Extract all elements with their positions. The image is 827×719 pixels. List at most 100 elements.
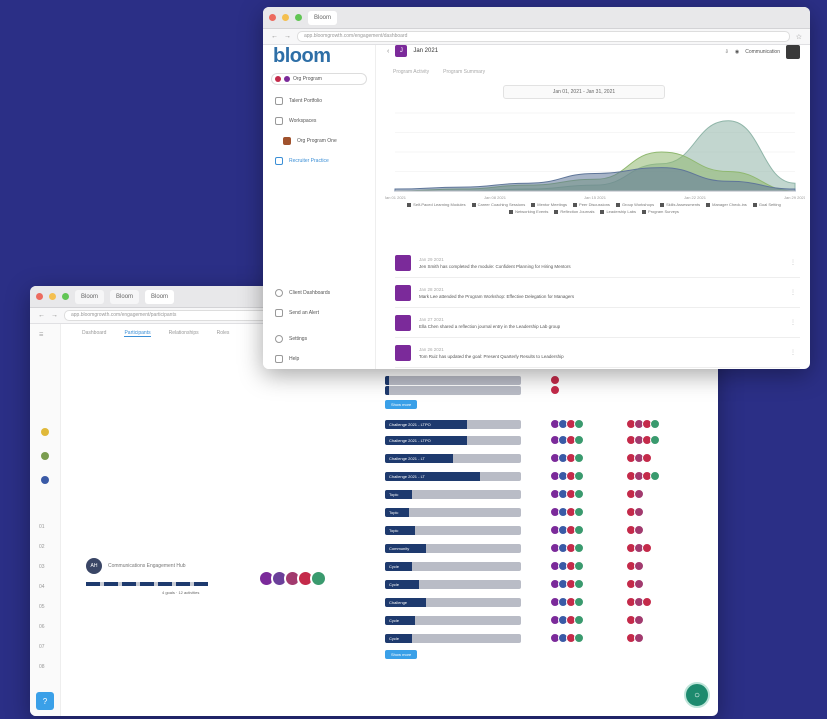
- legend-entry[interactable]: Leadership Labs: [600, 209, 636, 214]
- goal-row[interactable]: Topic: [385, 490, 521, 499]
- browser-tab[interactable]: Bloom: [110, 289, 140, 304]
- back-arrow-icon[interactable]: ←: [38, 312, 45, 319]
- date-range-picker[interactable]: Jan 01, 2021 - Jan 31, 2021: [503, 85, 665, 99]
- legend-entry[interactable]: Networking Events: [509, 209, 548, 214]
- tab-program-summary[interactable]: Program Summary: [443, 69, 485, 75]
- tab-dashboard[interactable]: Dashboard: [82, 330, 106, 337]
- feed-item[interactable]: Jan 26 2021 Tom Ruiz has updated the goal…: [395, 339, 800, 368]
- minimize-dot[interactable]: [282, 14, 289, 21]
- chat-icon[interactable]: ○: [684, 682, 710, 708]
- close-dot[interactable]: [269, 14, 276, 21]
- tab-program-activity[interactable]: Program Activity: [393, 69, 429, 75]
- participant-avatars[interactable]: [258, 570, 327, 587]
- star-icon[interactable]: ☆: [796, 33, 802, 41]
- reviewer-dots[interactable]: [626, 543, 652, 553]
- reviewer-dots[interactable]: [626, 615, 644, 625]
- more-icon[interactable]: ⋮: [790, 319, 796, 326]
- forward-arrow-icon[interactable]: →: [284, 33, 291, 40]
- reviewer-dots[interactable]: [626, 489, 644, 499]
- feed-item[interactable]: Jan 29 2021 Jen Smith has completed the m…: [395, 249, 800, 278]
- member-dots[interactable]: [550, 385, 560, 395]
- tab-roles[interactable]: Roles: [217, 330, 230, 337]
- help-square-icon[interactable]: ?: [36, 692, 54, 710]
- show-more-button[interactable]: Show more: [385, 400, 418, 409]
- sidebar-item-help[interactable]: Help: [275, 355, 299, 363]
- reviewer-dots[interactable]: [626, 419, 660, 429]
- browser-tab[interactable]: Bloom: [75, 289, 105, 304]
- bloom-logo[interactable]: bloom: [273, 45, 331, 68]
- more-icon[interactable]: ⋮: [790, 259, 796, 266]
- reviewer-dots[interactable]: [626, 507, 644, 517]
- goal-row[interactable]: Challenge 2021 - LTPO: [385, 436, 521, 445]
- member-dots[interactable]: [550, 453, 584, 463]
- legend-entry[interactable]: Career Coaching Sessions: [471, 202, 525, 207]
- member-dots[interactable]: [550, 615, 584, 625]
- goal-row[interactable]: Topic: [385, 526, 521, 535]
- forward-arrow-icon[interactable]: →: [51, 312, 58, 319]
- feed-item[interactable]: Jan 27 2021 Ella Chen shared a reflection…: [395, 309, 800, 338]
- zoom-dot[interactable]: [295, 14, 302, 21]
- sidebar-item-settings[interactable]: Settings: [275, 335, 307, 343]
- browser-tab-active[interactable]: Bloom: [145, 289, 175, 304]
- sidebar-item-workspaces[interactable]: Workspaces: [275, 117, 316, 125]
- reviewer-dots[interactable]: [626, 453, 652, 463]
- goal-row[interactable]: Cycle: [385, 562, 521, 571]
- download-icon[interactable]: ⇩: [725, 49, 729, 55]
- legend-entry[interactable]: Skills Assessments: [660, 202, 700, 207]
- legend-entry[interactable]: Reflection Journals: [554, 209, 594, 214]
- sidebar-item-alert[interactable]: Send an Alert: [275, 309, 319, 317]
- legend-entry[interactable]: Self-Paced Learning Modules: [407, 202, 466, 207]
- legend-entry[interactable]: Mentor Meetings: [531, 202, 567, 207]
- reviewer-dots[interactable]: [626, 525, 644, 535]
- feed-item[interactable]: Jan 28 2021 Mark Lee attended the Program…: [395, 279, 800, 308]
- member-dots[interactable]: [550, 489, 584, 499]
- reviewer-dots[interactable]: [626, 561, 644, 571]
- sidebar-item-talent[interactable]: Talent Portfolio: [275, 97, 322, 105]
- member-dots[interactable]: [550, 419, 584, 429]
- goal-row[interactable]: Challenge 2021 - LT: [385, 472, 521, 481]
- url-field[interactable]: app.bloomgrowth.com/engagement/dashboard: [297, 31, 790, 42]
- legend-entry[interactable]: Group Workshops: [615, 202, 654, 207]
- goal-row[interactable]: Challenge 2021 - LT: [385, 454, 521, 463]
- goal-row[interactable]: Cycle: [385, 616, 521, 625]
- member-dots[interactable]: [550, 435, 584, 445]
- member-dots[interactable]: [550, 375, 560, 385]
- reviewer-dots[interactable]: [626, 633, 644, 643]
- rail-yellow-icon[interactable]: [41, 428, 49, 436]
- goal-row[interactable]: Community: [385, 544, 521, 553]
- user-name[interactable]: Communication: [745, 49, 780, 55]
- close-dot[interactable]: [36, 293, 43, 300]
- legend-entry[interactable]: Program Surveys: [642, 209, 679, 214]
- goal-row[interactable]: Cycle: [385, 634, 521, 643]
- reviewer-dots[interactable]: [626, 579, 644, 589]
- back-arrow-icon[interactable]: ←: [271, 33, 278, 40]
- member-dots[interactable]: [550, 597, 584, 607]
- goal-row[interactable]: Challenge 2021 - LTPO: [385, 420, 521, 429]
- bell-icon[interactable]: ◉: [735, 49, 739, 55]
- member-dots[interactable]: [550, 525, 584, 535]
- legend-entry[interactable]: Goal Setting: [752, 202, 781, 207]
- legend-entry[interactable]: Manager Check-ins: [706, 202, 747, 207]
- collapse-icon[interactable]: ‹: [387, 48, 389, 55]
- avatar[interactable]: [786, 45, 800, 59]
- goal-row[interactable]: [385, 376, 521, 385]
- menu-icon[interactable]: ☰: [39, 332, 43, 338]
- member-dots[interactable]: [550, 561, 584, 571]
- goal-row[interactable]: [385, 386, 521, 395]
- member-dots[interactable]: [550, 543, 584, 553]
- member-dots[interactable]: [550, 471, 584, 481]
- minimize-dot[interactable]: [49, 293, 56, 300]
- reviewer-dots[interactable]: [626, 435, 660, 445]
- more-icon[interactable]: ⋮: [790, 289, 796, 296]
- tab-participants[interactable]: Participants: [124, 330, 151, 337]
- show-more-button[interactable]: Show more: [385, 650, 418, 659]
- goal-row[interactable]: Challenge: [385, 598, 521, 607]
- goal-row[interactable]: Cycle: [385, 580, 521, 589]
- member-dots[interactable]: [550, 579, 584, 589]
- member-dots[interactable]: [550, 633, 584, 643]
- sidebar-item-recruiter[interactable]: Recruiter Practice: [275, 157, 329, 165]
- rail-blue-icon[interactable]: [41, 476, 49, 484]
- browser-tab-active[interactable]: Bloom: [308, 10, 338, 25]
- reviewer-dots[interactable]: [626, 471, 660, 481]
- goal-row[interactable]: Topic: [385, 508, 521, 517]
